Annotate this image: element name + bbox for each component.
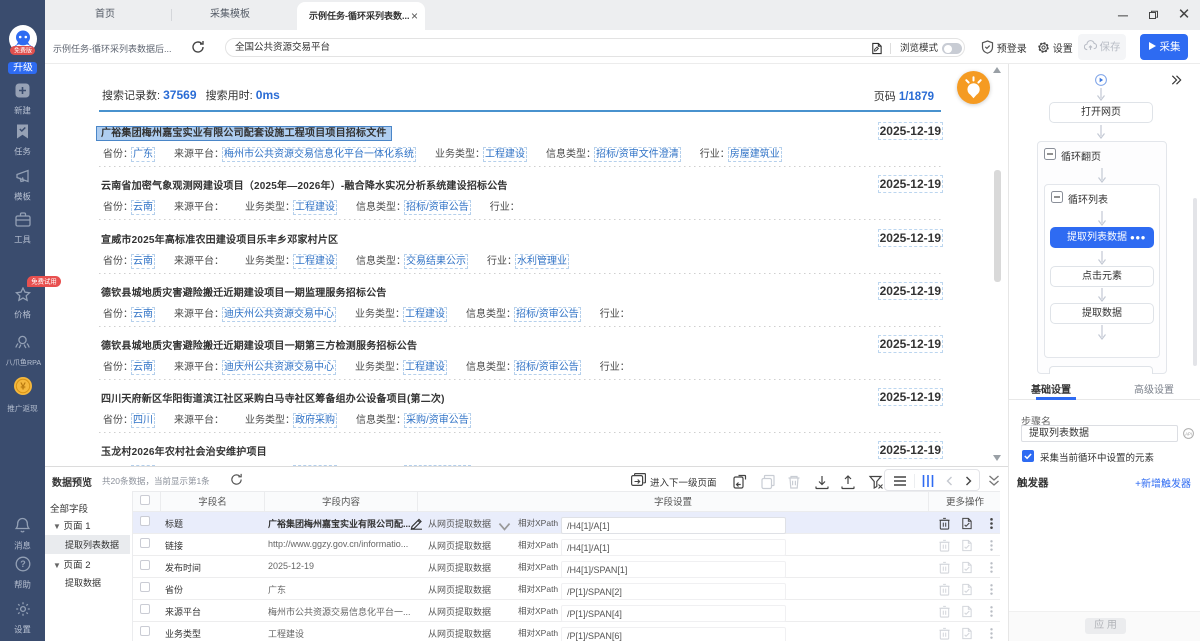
svg-text:?: ? xyxy=(20,559,26,569)
svg-text:¥: ¥ xyxy=(20,382,26,393)
svg-text:APi: APi xyxy=(1185,431,1192,436)
